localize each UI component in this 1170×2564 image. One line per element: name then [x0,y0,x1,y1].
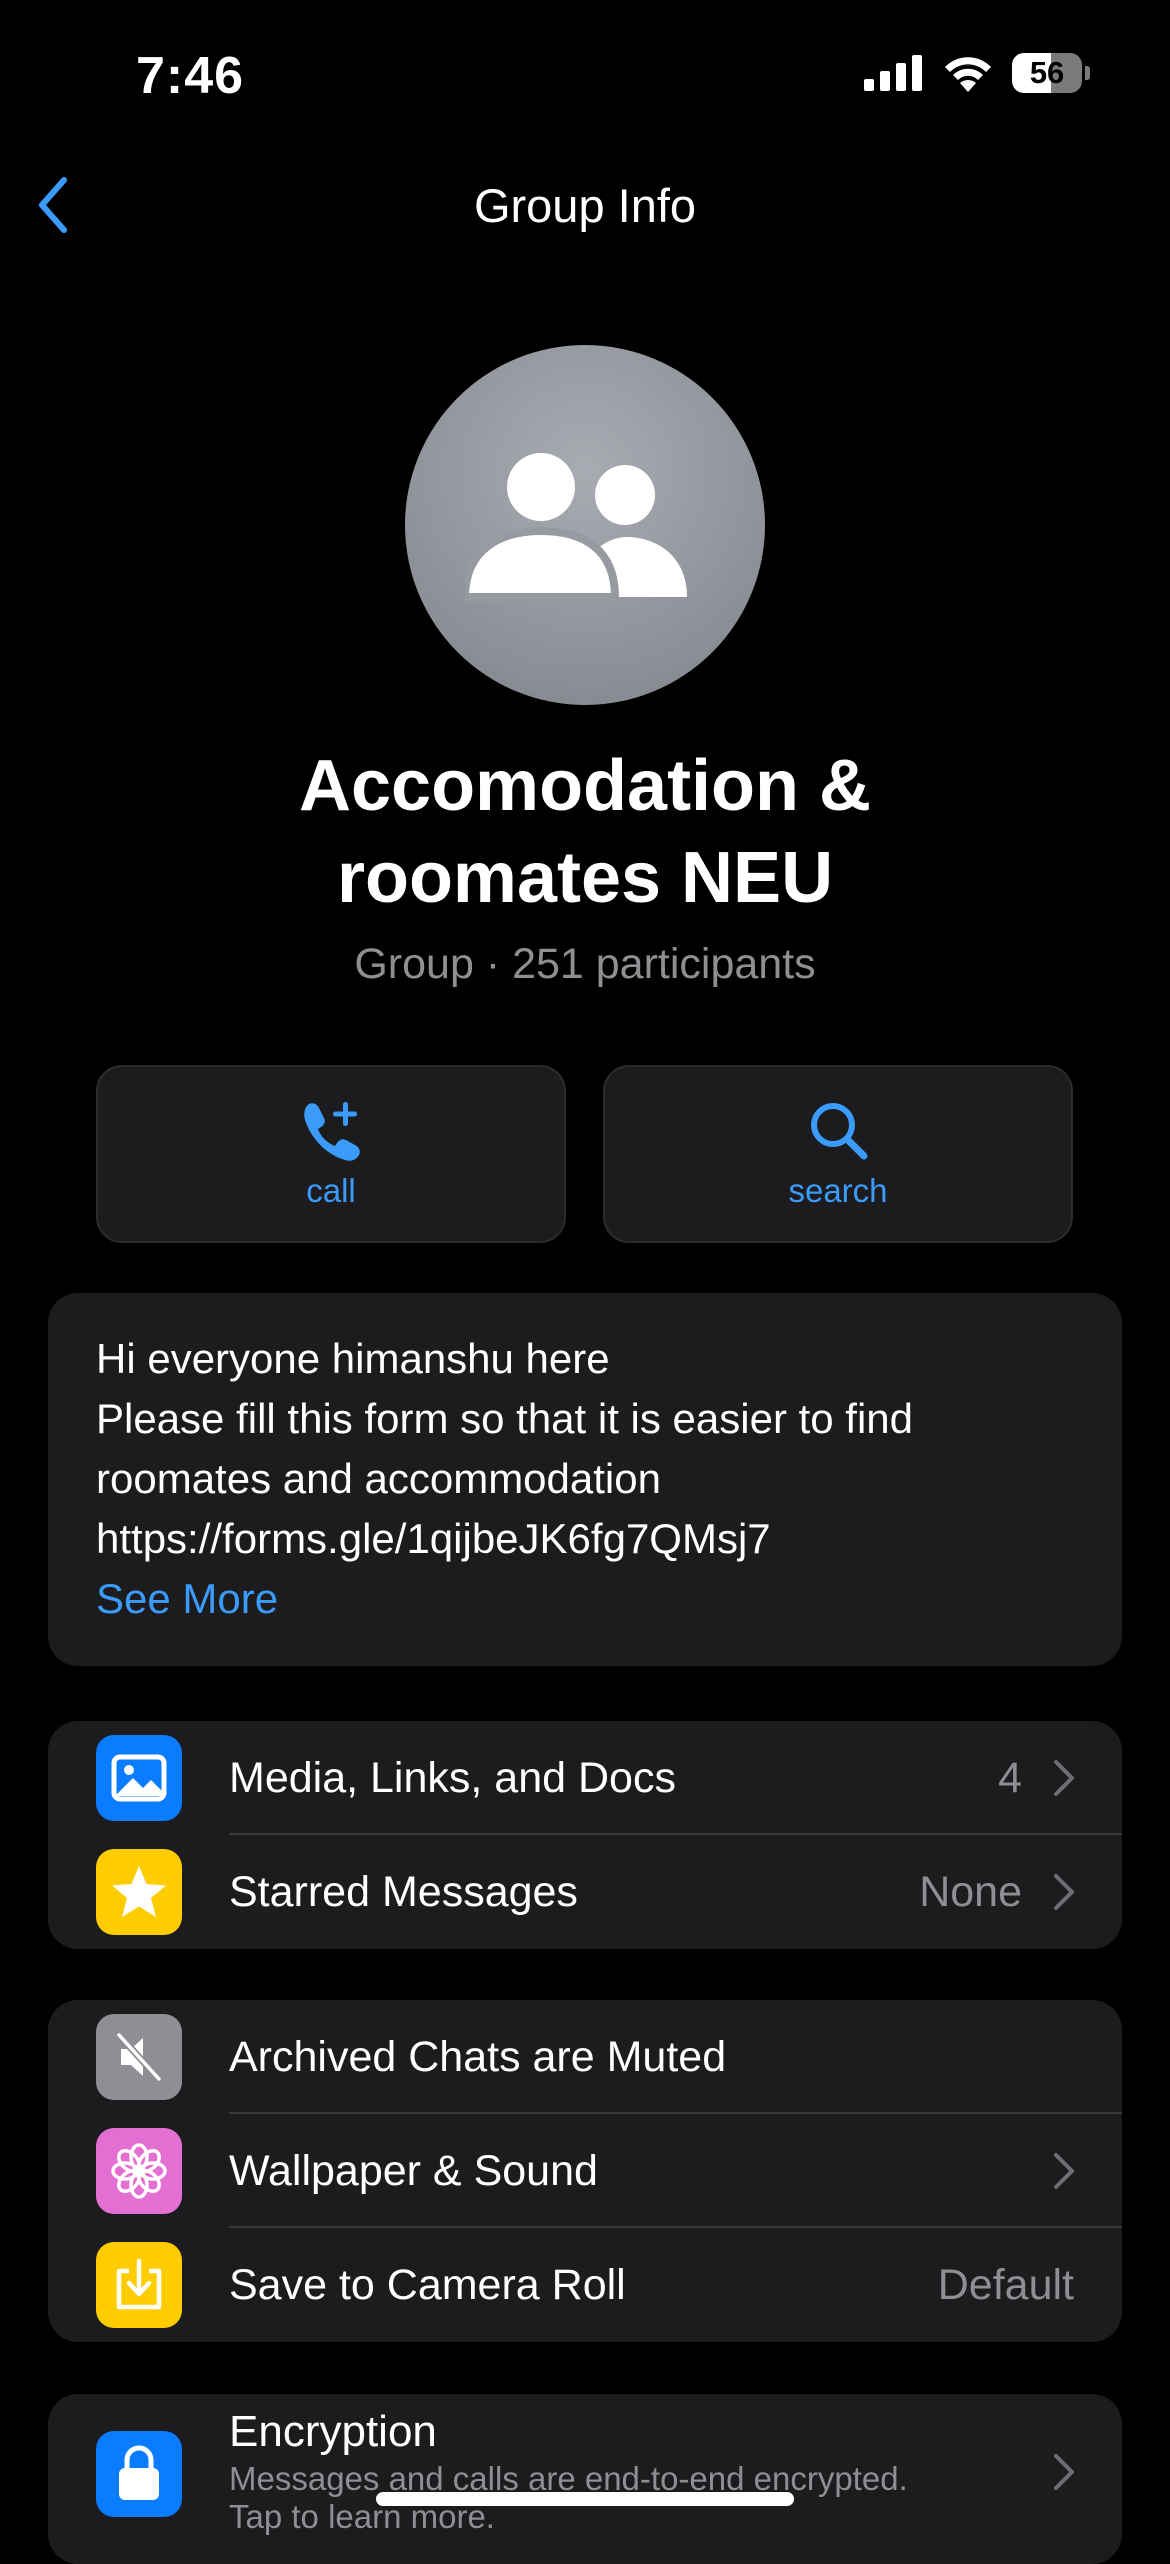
download-icon [96,2242,182,2328]
call-button[interactable]: call [96,1065,566,1243]
row-label: Save to Camera Roll [229,2260,626,2309]
media-section: Media, Links, and Docs 4 Starred Message… [48,1721,1122,1949]
row-value: 4 [998,1753,1022,1802]
row-value: None [919,1867,1022,1916]
chevron-right-icon [1054,2454,1074,2490]
group-people-icon [465,453,687,601]
description-link[interactable]: https://forms.gle/1qijbeJK6fg7QMsj7 [96,1509,1074,1569]
status-icons: 56 [864,52,1090,94]
star-icon [96,1849,182,1935]
lock-icon [96,2431,182,2517]
group-name: Accomodation & roomates NEU [100,740,1070,924]
call-label: call [306,1172,356,1209]
encryption-section: Encryption Messages and calls are end-to… [48,2394,1122,2564]
cellular-signal-icon [864,55,922,91]
row-value: Default [937,2260,1074,2309]
settings-section: Archived Chats are Muted Wallpaper & Sou… [48,2000,1122,2342]
starred-messages-row[interactable]: Starred Messages None [48,1835,1122,1949]
photo-icon [96,1735,182,1821]
group-avatar[interactable] [405,345,765,705]
home-indicator[interactable] [376,2492,794,2506]
status-time: 7:46 [136,47,245,105]
wallpaper-sound-row[interactable]: Wallpaper & Sound [48,2114,1122,2228]
search-label: search [788,1172,888,1209]
status-bar: 7:46 56 [0,0,1170,150]
group-participants-count: Group · 251 participants [354,940,816,988]
wifi-icon [945,57,991,92]
save-to-camera-roll-row[interactable]: Save to Camera Roll Default [48,2228,1122,2342]
chevron-right-icon [1054,2153,1074,2189]
row-label: Media, Links, and Docs [229,1753,676,1802]
battery-level: 56 [1012,53,1083,93]
phone-plus-icon [304,1102,360,1161]
description-line: Hi everyone himanshu here [96,1335,610,1382]
group-description[interactable]: Hi everyone himanshu here Please fill th… [48,1293,1122,1666]
flower-icon [96,2128,182,2214]
muted-speaker-icon [96,2014,182,2100]
row-label: Archived Chats are Muted [229,2032,727,2081]
search-button[interactable]: search [603,1065,1073,1243]
search-icon [811,1103,868,1160]
row-label: Starred Messages [229,1867,578,1916]
battery-icon: 56 [1012,52,1090,94]
group-name-line2: roomates NEU [336,838,834,918]
chevron-right-icon [1054,1760,1074,1796]
see-more-link[interactable]: See More [96,1569,1074,1629]
media-links-docs-row[interactable]: Media, Links, and Docs 4 [48,1721,1122,1835]
row-label: Wallpaper & Sound [229,2146,598,2195]
encryption-title: Encryption [229,2407,437,2456]
encryption-row[interactable]: Encryption Messages and calls are end-to… [48,2394,1122,2554]
page-title: Group Info [473,179,697,232]
navigation-bar: Group Info [0,160,1170,250]
encryption-texts: Encryption Messages and calls are end-to… [229,2404,908,2536]
group-name-line1: Accomodation & [298,746,872,826]
chevron-right-icon [1054,1874,1074,1910]
description-line: roomates and accommodation [96,1455,661,1502]
description-line: Please fill this form so that it is easi… [96,1395,914,1442]
archived-chats-muted-row[interactable]: Archived Chats are Muted [48,2000,1122,2114]
